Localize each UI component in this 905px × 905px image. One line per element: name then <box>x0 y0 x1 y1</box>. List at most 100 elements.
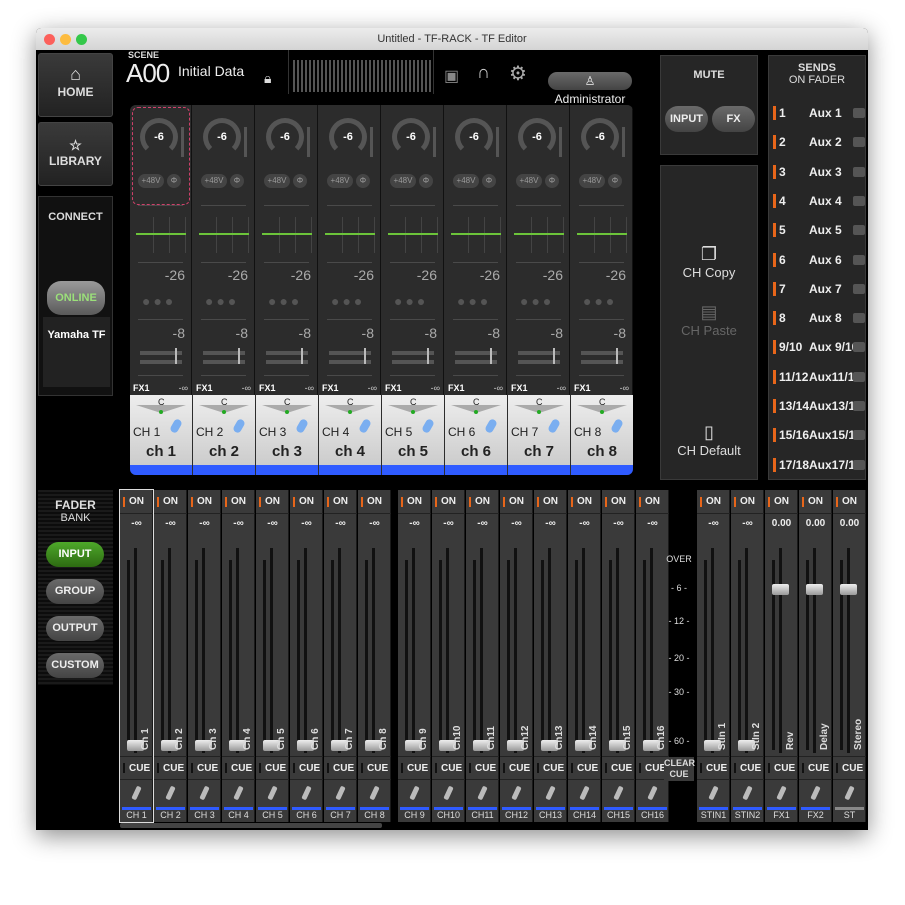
fader-value[interactable]: -∞ <box>120 518 153 529</box>
phantom-power-button[interactable]: +48V <box>453 174 479 188</box>
fader-value[interactable]: 0.00 <box>833 518 866 529</box>
channel-name-area[interactable]: CCH 3ch 3 <box>256 395 318 465</box>
compressor-threshold[interactable]: -26 <box>354 267 374 283</box>
gate-threshold[interactable]: -8 <box>488 325 500 341</box>
eq-graph[interactable] <box>201 217 249 253</box>
gain-knob[interactable]: -6 <box>266 118 304 156</box>
send-level-marker[interactable] <box>238 348 240 364</box>
send-level-marker[interactable] <box>553 348 555 364</box>
send-item[interactable]: 6Aux 6 <box>773 247 859 276</box>
send-item[interactable]: 5Aux 5 <box>773 217 859 246</box>
eq-graph[interactable] <box>264 217 312 253</box>
fader-value[interactable]: -∞ <box>222 518 255 529</box>
send-item[interactable]: 13/14Aux13/14 <box>773 393 859 422</box>
online-button[interactable]: ONLINE <box>47 281 105 315</box>
phantom-power-button[interactable]: +48V <box>390 174 416 188</box>
send-level-marker[interactable] <box>301 348 303 364</box>
fader-value[interactable]: -∞ <box>432 518 465 529</box>
scene-name[interactable]: Initial Data <box>178 63 244 79</box>
gate-threshold[interactable]: -8 <box>362 325 374 341</box>
fader-value[interactable]: -∞ <box>636 518 669 529</box>
send-level-marker[interactable] <box>364 348 366 364</box>
recorder-icon[interactable]: ▣ <box>444 66 459 86</box>
eq-graph[interactable] <box>579 217 627 253</box>
eq-graph[interactable] <box>138 217 186 253</box>
ch-paste-button[interactable]: ▤ CH Paste <box>661 302 757 338</box>
phase-button[interactable]: Φ <box>545 174 559 188</box>
channel-name-area[interactable]: CCH 1ch 1 <box>130 395 192 465</box>
gear-icon[interactable]: ⚙ <box>509 61 527 86</box>
fader-value[interactable]: -∞ <box>697 518 730 529</box>
phantom-power-button[interactable]: +48V <box>138 174 164 188</box>
fader-value[interactable]: 0.00 <box>799 518 832 529</box>
fader-value[interactable]: -∞ <box>188 518 221 529</box>
ch-default-button[interactable]: ▯ CH Default <box>661 422 757 458</box>
scene-number[interactable]: A00 <box>126 58 169 89</box>
gain-knob[interactable]: -6 <box>392 118 430 156</box>
channel-name-area[interactable]: CCH 2ch 2 <box>193 395 255 465</box>
send-item[interactable]: 11/12Aux11/12 <box>773 364 859 393</box>
send-item[interactable]: 7Aux 7 <box>773 276 859 305</box>
eq-graph[interactable] <box>453 217 501 253</box>
channel-name-area[interactable]: CCH 7ch 7 <box>508 395 570 465</box>
fader-value[interactable]: -∞ <box>358 518 391 529</box>
phase-button[interactable]: Φ <box>230 174 244 188</box>
library-button[interactable]: ☆ LIBRARY <box>38 122 113 186</box>
send-item[interactable]: 15/16Aux15/16 <box>773 422 859 451</box>
send-item[interactable]: 8Aux 8 <box>773 305 859 334</box>
compressor-threshold[interactable]: -26 <box>480 267 500 283</box>
send-item[interactable]: 4Aux 4 <box>773 188 859 217</box>
send-item[interactable]: 3Aux 3 <box>773 159 859 188</box>
send-level-marker[interactable] <box>490 348 492 364</box>
phase-button[interactable]: Φ <box>293 174 307 188</box>
fader-value[interactable]: -∞ <box>324 518 357 529</box>
gain-knob[interactable]: -6 <box>140 118 178 156</box>
gain-knob[interactable]: -6 <box>455 118 493 156</box>
send-item[interactable]: 1Aux 1 <box>773 100 859 129</box>
lock-icon[interactable]: 🔒︎ <box>264 70 271 87</box>
compressor-threshold[interactable]: -26 <box>228 267 248 283</box>
horizontal-scrollbar[interactable] <box>120 823 382 828</box>
channel-name-area[interactable]: CCH 8ch 8 <box>571 395 633 465</box>
eq-graph[interactable] <box>390 217 438 253</box>
fader-bank-input-button[interactable]: INPUT <box>46 542 104 567</box>
fader-bank-custom-button[interactable]: CUSTOM <box>46 653 104 678</box>
compressor-threshold[interactable]: -26 <box>291 267 311 283</box>
headphones-icon[interactable]: ∩ <box>477 62 490 83</box>
fader-value[interactable]: -∞ <box>290 518 323 529</box>
fader-value[interactable]: -∞ <box>534 518 567 529</box>
compressor-threshold[interactable]: -26 <box>543 267 563 283</box>
eq-graph[interactable] <box>327 217 375 253</box>
channel-name-area[interactable]: CCH 6ch 6 <box>445 395 507 465</box>
fader-bank-output-button[interactable]: OUTPUT <box>46 616 104 641</box>
gate-threshold[interactable]: -8 <box>299 325 311 341</box>
fader-value[interactable]: -∞ <box>154 518 187 529</box>
phantom-power-button[interactable]: +48V <box>579 174 605 188</box>
ch-copy-button[interactable]: ❐ CH Copy <box>661 244 757 280</box>
gain-knob[interactable]: -6 <box>581 118 619 156</box>
home-button[interactable]: ⌂ HOME <box>38 53 113 117</box>
fader-value[interactable]: -∞ <box>398 518 431 529</box>
eq-graph[interactable] <box>516 217 564 253</box>
send-item[interactable]: 17/18Aux17/18 <box>773 452 859 481</box>
phantom-power-button[interactable]: +48V <box>264 174 290 188</box>
compressor-threshold[interactable]: -26 <box>417 267 437 283</box>
gate-threshold[interactable]: -8 <box>236 325 248 341</box>
fader-knob[interactable] <box>806 584 823 595</box>
clear-cue-button[interactable]: CLEARCUE <box>664 757 694 781</box>
fader-value[interactable]: 0.00 <box>765 518 798 529</box>
fader-knob[interactable] <box>840 584 857 595</box>
phase-button[interactable]: Φ <box>419 174 433 188</box>
fader-knob[interactable] <box>772 584 789 595</box>
gate-threshold[interactable]: -8 <box>425 325 437 341</box>
compressor-threshold[interactable]: -26 <box>165 267 185 283</box>
gate-threshold[interactable]: -8 <box>551 325 563 341</box>
fader-value[interactable]: -∞ <box>500 518 533 529</box>
phase-button[interactable]: Φ <box>482 174 496 188</box>
gate-threshold[interactable]: -8 <box>614 325 626 341</box>
phase-button[interactable]: Φ <box>356 174 370 188</box>
fader-value[interactable]: -∞ <box>466 518 499 529</box>
user-button[interactable]: ♙ Administrator <box>548 72 632 90</box>
phantom-power-button[interactable]: +48V <box>327 174 353 188</box>
compressor-threshold[interactable]: -26 <box>606 267 626 283</box>
